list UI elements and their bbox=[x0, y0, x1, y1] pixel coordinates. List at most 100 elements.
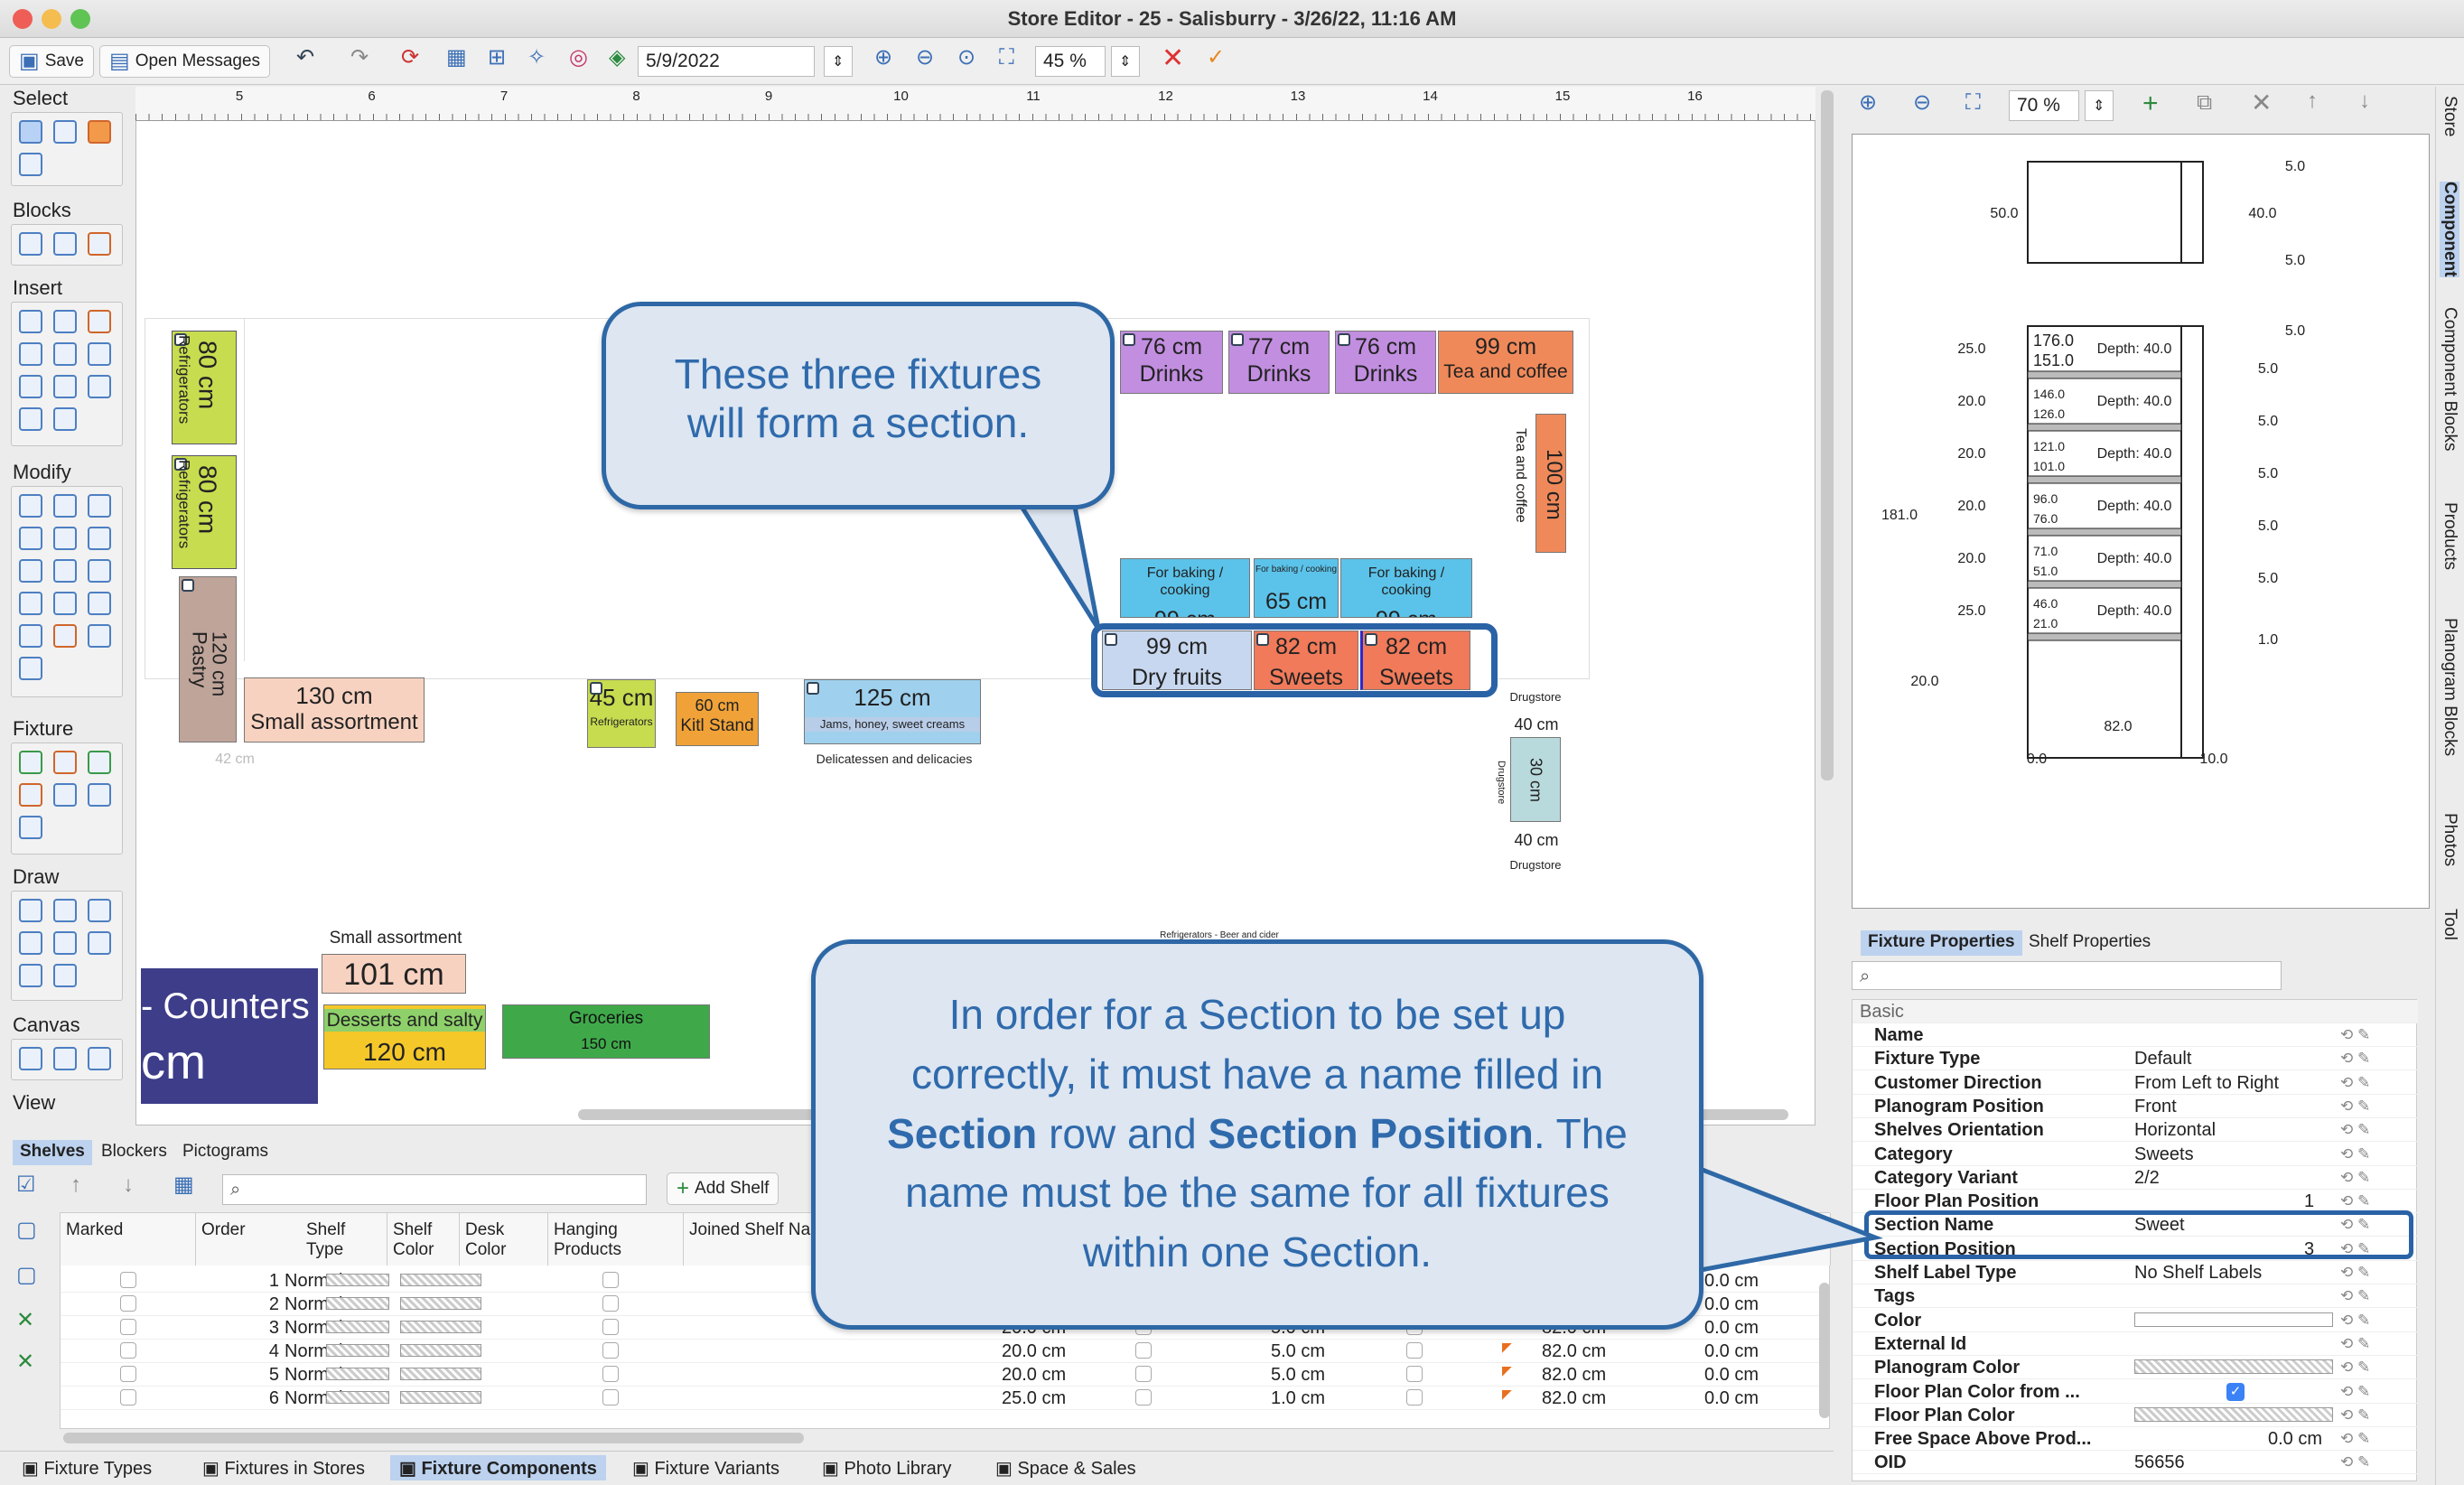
checkbox-checked[interactable]: ✓ bbox=[2226, 1382, 2245, 1401]
reset-edit-icon[interactable]: ⟲ ✎ bbox=[2340, 1264, 2370, 1282]
property-group-basic[interactable]: Basic bbox=[1853, 1000, 2418, 1023]
insert-dimension-icon[interactable] bbox=[19, 375, 42, 398]
fixture-baking-3[interactable]: For baking / cooking 99 cm bbox=[1340, 558, 1472, 618]
fixture-shelf-icon[interactable] bbox=[19, 783, 42, 807]
property-row[interactable]: Floor Plan Color ⟲ ✎ bbox=[1853, 1404, 2418, 1427]
fixture-dry-fruits[interactable]: 99 cm Dry fruits bbox=[1102, 630, 1252, 690]
grid-column-header[interactable]: Hanging Products bbox=[548, 1213, 684, 1266]
row-checkbox[interactable] bbox=[120, 1319, 136, 1335]
shelves-search[interactable]: ⌕ bbox=[222, 1174, 647, 1205]
zoom-stepper[interactable]: ⇕ bbox=[1111, 46, 1140, 77]
open-messages-button[interactable]: ▤ Open Messages bbox=[99, 45, 271, 78]
color-swatch[interactable] bbox=[2134, 1406, 2333, 1422]
fixture-baking-1[interactable]: For baking / cooking 99 cm bbox=[1120, 558, 1250, 618]
property-row[interactable]: Name ⟲ ✎ bbox=[1853, 1023, 2418, 1047]
date-stepper[interactable]: ⇕ bbox=[824, 46, 853, 77]
grid-vertical-scrollbar[interactable] bbox=[1819, 1283, 1830, 1418]
property-row[interactable]: Color ⟲ ✎ bbox=[1853, 1309, 2418, 1332]
property-row[interactable]: OID 56656 ⟲ ✎ bbox=[1853, 1451, 2418, 1475]
reset-edit-icon[interactable]: ⟲ ✎ bbox=[2340, 1453, 2370, 1471]
hanging-checkbox[interactable] bbox=[602, 1295, 619, 1312]
color-swatch[interactable] bbox=[326, 1344, 389, 1357]
align-right-icon[interactable] bbox=[53, 592, 77, 615]
zoom-out-icon[interactable]: ⊖ bbox=[916, 47, 934, 69]
pointer-icon[interactable] bbox=[19, 120, 42, 144]
grid-column-header[interactable]: Marked bbox=[61, 1213, 196, 1266]
magic-icon[interactable]: ✧ bbox=[527, 47, 546, 69]
draw-line-icon[interactable] bbox=[19, 899, 42, 922]
color-swatch[interactable] bbox=[326, 1297, 389, 1310]
remove-icon[interactable]: ✕ bbox=[2251, 90, 2272, 116]
side-tab[interactable]: Photos bbox=[2440, 813, 2459, 866]
fixture-small-assortment[interactable]: 130 cm Small assortment bbox=[244, 677, 425, 742]
reset-edit-icon[interactable]: ⟲ ✎ bbox=[2340, 1312, 2370, 1330]
hanging-checkbox[interactable] bbox=[602, 1272, 619, 1288]
fixture-add-icon[interactable] bbox=[88, 783, 111, 807]
reset-edit-icon[interactable]: ⟲ ✎ bbox=[2340, 1287, 2370, 1305]
draw-polygon-icon[interactable] bbox=[53, 964, 77, 987]
color-swatch[interactable] bbox=[400, 1368, 481, 1380]
mirror-icon[interactable] bbox=[88, 527, 111, 550]
check-all-icon[interactable]: ☑ bbox=[16, 1174, 36, 1196]
row-checkbox[interactable] bbox=[120, 1342, 136, 1359]
rotate-icon[interactable]: ⟳ bbox=[401, 47, 419, 69]
fixture-drinks-2[interactable]: 77 cm Drinks bbox=[1228, 331, 1330, 394]
cancel-icon[interactable]: ✕ bbox=[1162, 45, 1184, 72]
property-row[interactable]: Planogram Color ⟲ ✎ bbox=[1853, 1356, 2418, 1380]
grid-column-header[interactable]: Order bbox=[196, 1213, 303, 1266]
tab-blockers[interactable]: Blockers bbox=[94, 1140, 174, 1165]
insert-camera-icon[interactable] bbox=[53, 342, 77, 366]
side-tab[interactable]: Component Blocks bbox=[2440, 307, 2459, 451]
confirm-icon[interactable]: ✓ bbox=[1207, 47, 1225, 69]
snap-icon[interactable]: ⊞ bbox=[488, 47, 506, 69]
bottom-tab[interactable]: ▣ Space & Sales bbox=[986, 1455, 1145, 1480]
table-row[interactable]: 5 Normal 20.0 cm 5.0 cm ◤ 82.0 cm 0.0 cm bbox=[61, 1363, 1831, 1387]
side-tab[interactable]: Tool bbox=[2440, 909, 2459, 940]
canvas-vertical-scrollbar[interactable] bbox=[1821, 90, 1834, 780]
draw-curve-icon[interactable] bbox=[19, 931, 42, 955]
add-icon[interactable]: + bbox=[2142, 90, 2159, 117]
row-checkbox[interactable] bbox=[120, 1272, 136, 1288]
draw-polyline-icon[interactable] bbox=[53, 899, 77, 922]
preview-zoom-out-icon[interactable]: ⊖ bbox=[1913, 92, 1931, 114]
fixture-refrigerators-1[interactable]: 80 cm Refrigerators bbox=[172, 331, 237, 444]
reset-edit-icon[interactable]: ⟲ ✎ bbox=[2340, 1074, 2370, 1092]
preview-zoom-in-icon[interactable]: ⊕ bbox=[1859, 92, 1877, 114]
row-checkbox-2[interactable] bbox=[1135, 1342, 1152, 1359]
reset-edit-icon[interactable]: ⟲ ✎ bbox=[2340, 1383, 2370, 1401]
side-tool-4-icon[interactable]: ✕ bbox=[16, 1351, 34, 1373]
hanging-checkbox[interactable] bbox=[602, 1389, 619, 1406]
property-row[interactable]: Category Sweets ⟲ ✎ bbox=[1853, 1143, 2418, 1166]
draw-wave-icon[interactable] bbox=[53, 931, 77, 955]
side-tab[interactable]: Component bbox=[2440, 182, 2459, 277]
hanging-checkbox[interactable] bbox=[602, 1342, 619, 1359]
fixture-delicatessen[interactable]: 125 cm Jams, honey, sweet creams bbox=[804, 679, 981, 744]
color-swatch[interactable] bbox=[326, 1274, 389, 1286]
zoom-extents-icon[interactable]: ⛶ bbox=[999, 47, 1014, 69]
side-tool-3-icon[interactable]: ✕ bbox=[16, 1310, 34, 1331]
fixture-drinks-3[interactable]: 76 cm Drinks bbox=[1335, 331, 1436, 394]
row-checkbox[interactable] bbox=[120, 1389, 136, 1406]
reset-edit-icon[interactable]: ⟲ ✎ bbox=[2340, 1097, 2370, 1116]
color-swatch[interactable] bbox=[400, 1297, 481, 1310]
fixture-tea-coffee-side[interactable]: 100 cm bbox=[1535, 414, 1566, 553]
properties-search[interactable]: ⌕ bbox=[1852, 961, 2282, 990]
fixture-tea-coffee[interactable]: 99 cm Tea and coffee bbox=[1438, 331, 1573, 394]
redo-icon[interactable]: ↷ bbox=[350, 47, 369, 69]
reset-edit-icon[interactable]: ⟲ ✎ bbox=[2340, 1430, 2370, 1448]
tab-fixture-properties[interactable]: Fixture Properties bbox=[1861, 930, 2022, 956]
color-swatch[interactable] bbox=[400, 1321, 481, 1333]
property-row[interactable]: Fixture Type Default ⟲ ✎ bbox=[1853, 1047, 2418, 1071]
side-tab[interactable]: Store bbox=[2440, 96, 2459, 136]
color-swatch[interactable] bbox=[326, 1391, 389, 1404]
date-field[interactable]: 5/9/2022 bbox=[638, 46, 815, 77]
fixture-kitl-stand[interactable]: 60 cm Kitl Stand bbox=[676, 692, 759, 746]
property-row[interactable]: Tags ⟲ ✎ bbox=[1853, 1284, 2418, 1309]
insert-label-icon[interactable] bbox=[19, 342, 42, 366]
tab-shelf-properties[interactable]: Shelf Properties bbox=[2021, 930, 2158, 956]
block-group-icon[interactable] bbox=[88, 232, 111, 256]
insert-shelf-icon[interactable] bbox=[88, 310, 111, 333]
insert-grid-icon[interactable] bbox=[88, 342, 111, 366]
preview-zoom-stepper[interactable]: ⇕ bbox=[2085, 90, 2114, 121]
property-row[interactable]: Free Space Above Prod... 0.0 cm ⟲ ✎ bbox=[1853, 1427, 2418, 1452]
